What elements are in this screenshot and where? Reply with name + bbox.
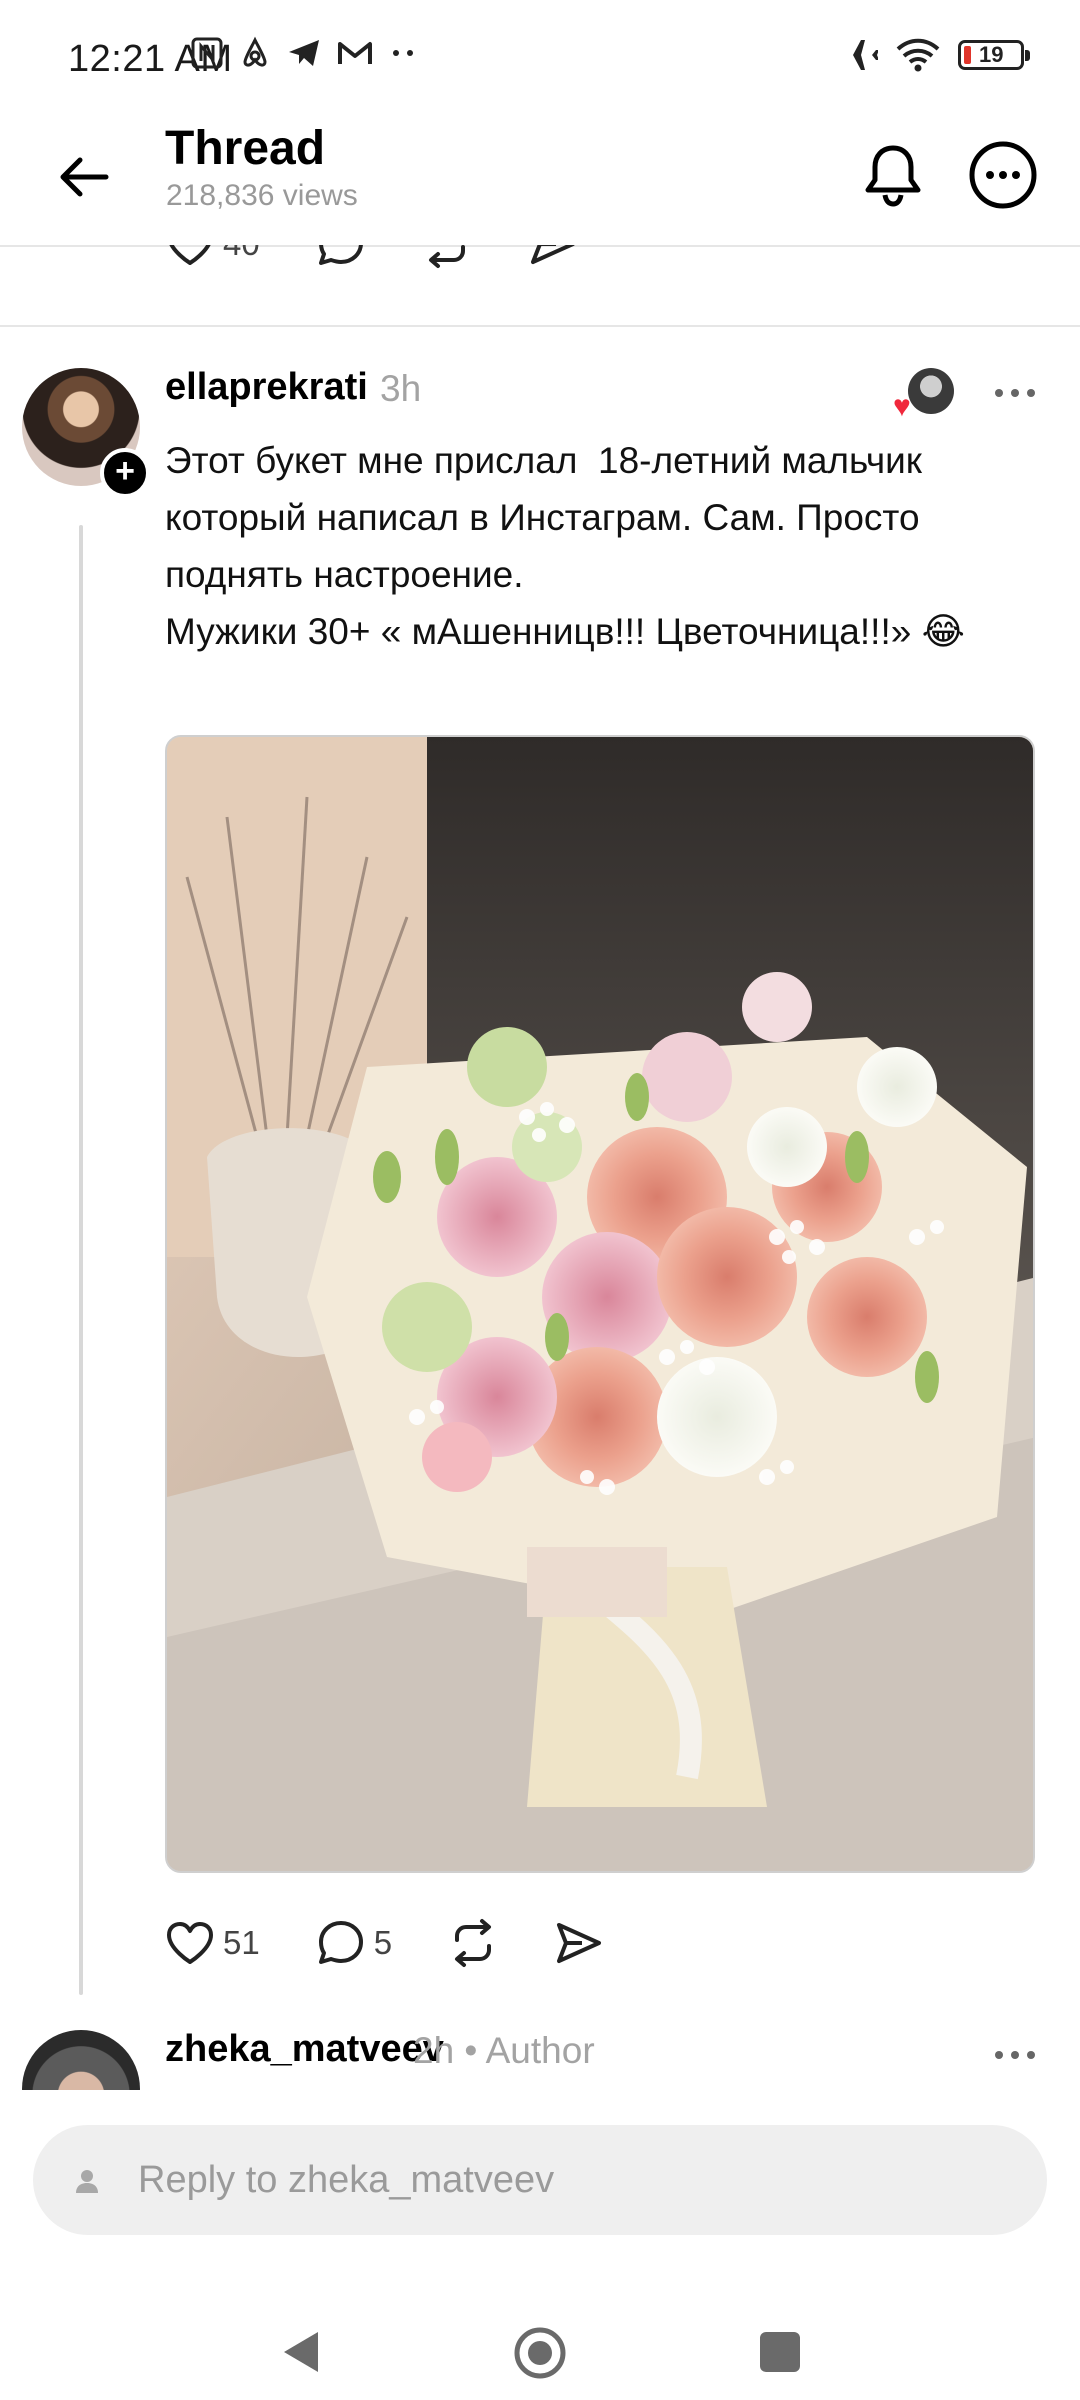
reply-more-button[interactable] (985, 2040, 1045, 2070)
previous-post-actions: 40 (0, 245, 1080, 327)
comment-icon (318, 245, 363, 265)
reply-button[interactable]: 5 (316, 1918, 392, 1968)
notifications-button[interactable] (855, 137, 931, 213)
comment-icon (318, 1921, 363, 1964)
thread-header: Thread 218,836 views (0, 115, 1080, 247)
share-button[interactable] (554, 1918, 604, 1968)
previous-like-count: 40 (223, 245, 260, 263)
system-nav-bar (0, 2290, 1080, 2400)
battery-level: 19 (979, 42, 1004, 67)
previous-share-button[interactable] (528, 245, 578, 269)
gmail-icon (338, 42, 372, 64)
more-notifications-icon (393, 50, 413, 56)
system-icons: 19 (836, 36, 1030, 74)
status-bar: 12:21 AM 19 (0, 0, 1080, 115)
nav-back-icon[interactable] (280, 2328, 322, 2376)
repost-icon (455, 1919, 492, 1967)
reply-meta: 2h • Author (413, 2030, 595, 2071)
heart-icon (169, 245, 211, 265)
post-image[interactable] (165, 735, 1035, 1873)
thread-screen: 12:21 AM 19 Thread 218,836 views + ellap… (0, 0, 1080, 2400)
like-button[interactable]: 51 (165, 1920, 260, 1966)
telegram-icon (289, 40, 319, 66)
more-circle-icon (969, 141, 1037, 209)
more-options-button[interactable] (963, 135, 1043, 215)
battery-icon: 19 (958, 40, 1030, 70)
repost-button[interactable] (448, 1918, 498, 1968)
post-more-button[interactable] (985, 378, 1045, 408)
back-button[interactable] (50, 143, 118, 211)
view-count: 218,836 views (166, 179, 358, 212)
previous-reply-button[interactable] (316, 245, 366, 269)
send-icon (557, 1923, 602, 1963)
notification-icons (190, 36, 418, 70)
reply-input-placeholder[interactable]: Reply to zheka_matveev (138, 2159, 554, 2202)
arrow-left-icon (60, 157, 109, 197)
more-horizontal-icon (995, 2051, 1035, 2059)
page-title: Thread (165, 122, 326, 175)
liked-by-heart-icon: ♥ (893, 390, 911, 423)
bell-icon (865, 145, 921, 207)
battery-level-fill (964, 46, 971, 64)
send-icon (530, 245, 575, 264)
post-text: Этот букет мне прислал 18-летний мальчик… (165, 440, 965, 652)
heart-icon (167, 1922, 213, 1964)
post-username[interactable]: ellaprekrati (165, 366, 368, 409)
wifi-icon (896, 38, 940, 72)
liker-avatar (908, 368, 954, 414)
post-actions: 51 5 (165, 1918, 660, 1968)
nfc-icon (191, 37, 223, 69)
airplane-mode-icon (839, 40, 878, 70)
thread-line (79, 525, 83, 1995)
post-time: 3h (380, 368, 422, 409)
previous-repost-button[interactable] (422, 245, 472, 269)
more-horizontal-icon (995, 389, 1035, 397)
person-icon (76, 2170, 98, 2193)
follow-plus-button[interactable]: + (100, 448, 150, 498)
like-count: 51 (223, 1924, 260, 1961)
reply-count: 5 (373, 1924, 393, 1961)
reply-username[interactable]: zheka_matveev (165, 2028, 444, 2071)
nav-home-icon[interactable] (513, 2326, 567, 2380)
previous-like-button[interactable]: 40 (165, 245, 260, 267)
bouquet-photo (167, 737, 1033, 1871)
repost-icon (428, 245, 465, 268)
nav-recents-icon[interactable] (760, 2332, 800, 2372)
airbnb-icon (243, 36, 267, 67)
